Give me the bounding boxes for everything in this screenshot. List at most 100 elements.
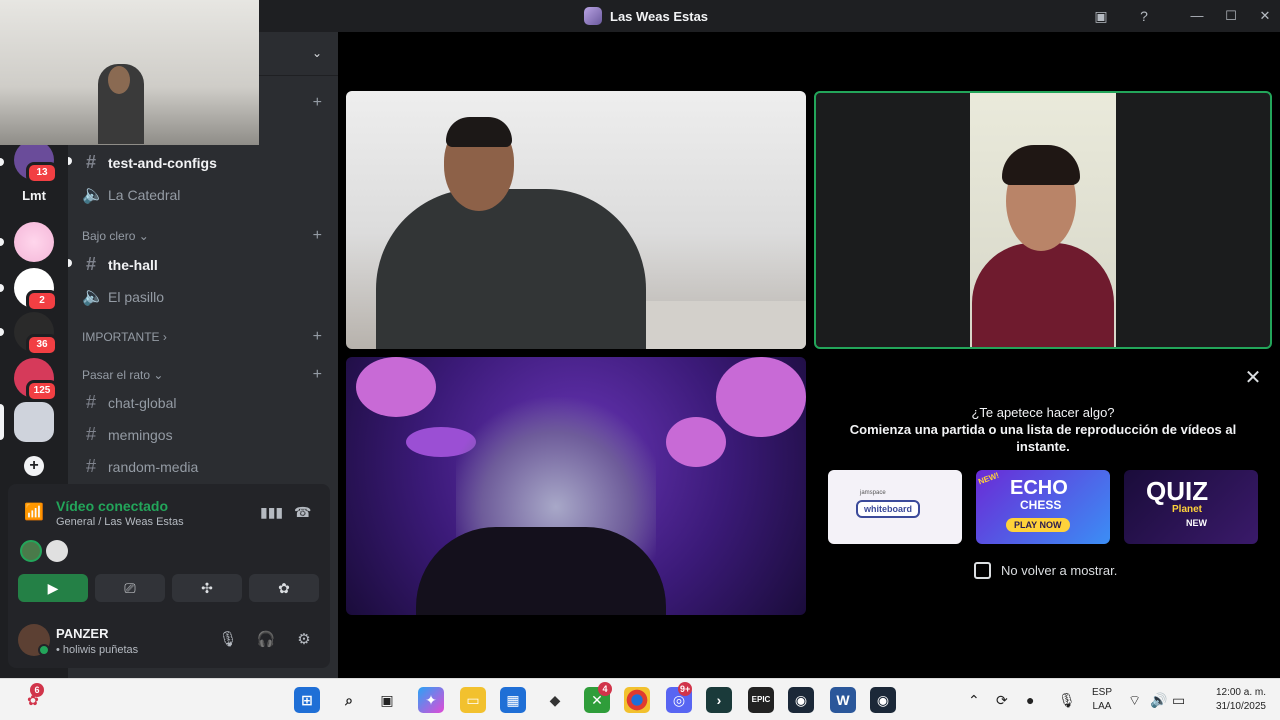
server-indicator bbox=[0, 284, 4, 292]
video-tile-1[interactable] bbox=[346, 91, 806, 349]
close-icon[interactable]: ✕ bbox=[1241, 366, 1265, 390]
signal-icon[interactable]: 📶 bbox=[24, 502, 44, 522]
keyboard-layout: LAA bbox=[1092, 701, 1112, 712]
video-person bbox=[972, 243, 1114, 347]
speaker-icon: 🔈 bbox=[82, 286, 105, 306]
close-window-button[interactable]: ✕ bbox=[1255, 6, 1275, 26]
server-lmt[interactable]: Lmt bbox=[14, 188, 54, 204]
channel-chat-global[interactable]: # chat-global bbox=[82, 392, 177, 413]
add-channel-icon[interactable]: + bbox=[313, 94, 322, 112]
task-view-icon[interactable]: ▣ bbox=[374, 687, 400, 713]
chevron-down-icon[interactable]: ⌄ bbox=[312, 46, 322, 60]
language-indicator[interactable]: ESP LAA bbox=[1090, 686, 1114, 714]
activity-button[interactable]: ✣ bbox=[172, 574, 242, 602]
minimize-button[interactable]: — bbox=[1187, 6, 1207, 26]
user-status: • holiwis puñetas bbox=[56, 644, 139, 656]
card-small-label: jamspace bbox=[860, 490, 886, 496]
checkbox-box[interactable] bbox=[974, 562, 991, 579]
dont-show-again-checkbox[interactable]: No volver a mostrar. bbox=[974, 562, 1117, 579]
microphone-icon[interactable]: 🎙 bbox=[1058, 692, 1076, 709]
epic-games-icon[interactable]: EPIC bbox=[748, 687, 774, 713]
window-title-text: Las Weas Estas bbox=[610, 8, 709, 24]
speaker-icon: 🔈 bbox=[82, 184, 105, 204]
server-selected-indicator bbox=[0, 404, 4, 440]
video-tile-2-speaking[interactable] bbox=[814, 91, 1272, 349]
channel-name: test-and-configs bbox=[108, 154, 217, 171]
steam-icon[interactable]: ◉ bbox=[788, 687, 814, 713]
soundboard-button[interactable]: ✿ bbox=[249, 574, 319, 602]
video-stage: ✕ ¿Te apetece hacer algo? Comienza una p… bbox=[338, 32, 1280, 678]
help-icon[interactable]: ? bbox=[1135, 7, 1153, 25]
word-icon[interactable]: W bbox=[830, 687, 856, 713]
activity-card-whiteboard[interactable]: jamspace whiteboard bbox=[828, 470, 962, 544]
disconnect-icon[interactable]: ☎ bbox=[294, 504, 311, 521]
steam-icon[interactable]: ◉ bbox=[870, 687, 896, 713]
server-avatar bbox=[14, 222, 54, 262]
server-icon-4[interactable]: 2 bbox=[14, 268, 58, 312]
maximize-button[interactable]: ☐ bbox=[1221, 6, 1241, 26]
add-channel-icon[interactable]: + bbox=[313, 366, 322, 384]
category-label: Bajo clero bbox=[82, 229, 136, 243]
card-label: QUIZ bbox=[1146, 476, 1209, 506]
voice-status[interactable]: Vídeo conectado bbox=[56, 498, 168, 514]
headphones-icon[interactable]: 🎧 bbox=[256, 630, 276, 650]
server-icon-3[interactable] bbox=[14, 222, 54, 262]
add-channel-icon[interactable]: + bbox=[313, 328, 322, 346]
channel-la-catedral[interactable]: 🔈 La Catedral bbox=[82, 184, 180, 205]
card-label: ECHO bbox=[1010, 477, 1068, 499]
server-icon-6[interactable]: 125 bbox=[14, 358, 58, 402]
activity-card-quiz-planet[interactable]: QUIZ Planet NEW bbox=[1124, 470, 1258, 544]
channel-test-and-configs[interactable]: # test-and-configs bbox=[68, 152, 217, 173]
sync-icon[interactable]: ⟳ bbox=[996, 692, 1008, 709]
chevron-up-icon[interactable]: ⌃ bbox=[968, 692, 980, 709]
card-cta: PLAY NOW bbox=[1006, 518, 1070, 532]
chrome-icon[interactable] bbox=[624, 687, 650, 713]
username[interactable]: PANZER bbox=[56, 626, 108, 641]
channel-the-hall[interactable]: # the-hall bbox=[68, 254, 158, 275]
store-icon[interactable]: ▦ bbox=[500, 687, 526, 713]
settings-gear-icon[interactable]: ⚙ bbox=[294, 630, 314, 650]
activity-card-echo-chess[interactable]: NEW! ECHO CHESS PLAY NOW bbox=[976, 470, 1110, 544]
tray-app-icon[interactable]: ● bbox=[1026, 692, 1034, 708]
server-icon-5[interactable]: 36 bbox=[14, 312, 58, 356]
category-importante[interactable]: IMPORTANTE › bbox=[82, 330, 167, 344]
add-server-icon[interactable]: + bbox=[24, 456, 44, 476]
noise-suppression-icon[interactable]: ▮▮▮ bbox=[260, 504, 283, 521]
inbox-icon[interactable]: ▣ bbox=[1092, 7, 1110, 25]
copilot-icon[interactable]: ✦ bbox=[418, 687, 444, 713]
scene-shape bbox=[666, 417, 726, 467]
avatar[interactable] bbox=[46, 540, 68, 562]
self-camera-preview[interactable] bbox=[0, 0, 259, 145]
channel-name: chat-global bbox=[108, 394, 177, 411]
avatar[interactable] bbox=[20, 540, 42, 562]
voice-location[interactable]: General / Las Weas Estas bbox=[56, 516, 184, 528]
mention-badge: 13 bbox=[26, 162, 58, 184]
wifi-icon[interactable]: ⌔ bbox=[1128, 692, 1141, 710]
channel-name: La Catedral bbox=[108, 186, 181, 203]
screen-share-button[interactable]: ⎚ bbox=[95, 574, 165, 602]
terminal-icon[interactable]: › bbox=[706, 687, 732, 713]
server-icon-7[interactable] bbox=[14, 402, 54, 442]
app-cube-icon[interactable]: ◆ bbox=[542, 687, 568, 713]
card-sublabel: CHESS bbox=[1020, 498, 1062, 512]
start-icon[interactable]: ⊞ bbox=[294, 687, 320, 713]
camera-button[interactable]: ▶ bbox=[18, 574, 88, 602]
channel-el-pasillo[interactable]: 🔈 El pasillo bbox=[82, 286, 164, 307]
video-tile-3[interactable] bbox=[346, 357, 806, 615]
channel-memingos[interactable]: # memingos bbox=[82, 424, 173, 445]
mention-badge: 125 bbox=[26, 380, 58, 402]
channel-random-media[interactable]: # random-media bbox=[82, 456, 198, 477]
add-channel-icon[interactable]: + bbox=[313, 227, 322, 245]
clock[interactable]: 12:00 a. m. 31/10/2025 bbox=[1200, 686, 1266, 714]
file-explorer-icon[interactable]: ▭ bbox=[460, 687, 486, 713]
microphone-icon[interactable]: 🎙 bbox=[218, 630, 238, 650]
battery-icon[interactable]: ▭ bbox=[1172, 692, 1185, 709]
category-bajo-clero[interactable]: Bajo clero ⌄ bbox=[82, 229, 149, 243]
volume-icon[interactable]: 🔊 bbox=[1150, 692, 1167, 709]
channel-name: El pasillo bbox=[108, 288, 165, 305]
search-icon[interactable]: ⌕ bbox=[336, 687, 362, 713]
server-icon-1[interactable]: 13 bbox=[14, 140, 58, 184]
language-code: ESP bbox=[1091, 687, 1112, 698]
mention-badge: 2 bbox=[26, 290, 58, 312]
category-pasar-el-rato[interactable]: Pasar el rato ⌄ bbox=[82, 368, 163, 382]
